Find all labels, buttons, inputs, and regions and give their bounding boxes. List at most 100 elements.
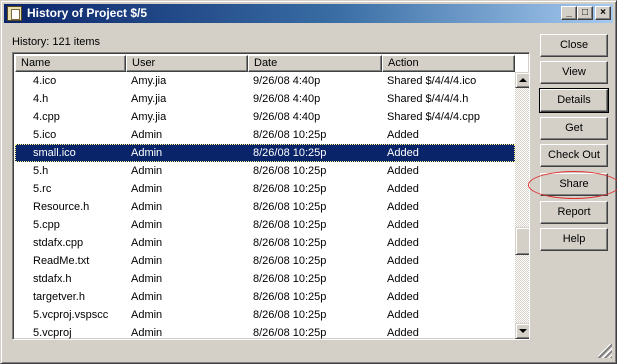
- cell-date: 8/26/08 10:25p: [253, 309, 327, 321]
- cell-date: 8/26/08 10:25p: [253, 237, 327, 249]
- cell-name: 5.ico: [33, 129, 57, 141]
- table-row[interactable]: 4.h Amy.jia 9/26/08 4:40p Shared $/4/4/4.h: [15, 90, 515, 108]
- table-row[interactable]: 5.vcproj.vspscc Admin 8/26/08 10:25p Added: [15, 306, 515, 324]
- table-row[interactable]: targetver.h Admin 8/26/08 10:25p Added: [15, 288, 515, 306]
- help-button[interactable]: Help: [540, 228, 608, 251]
- cell-action: Added: [387, 273, 419, 285]
- cell-date: 8/26/08 10:25p: [253, 165, 327, 177]
- column-header-name[interactable]: Name: [15, 55, 126, 72]
- cell-date: 8/26/08 10:25p: [253, 147, 327, 159]
- table-row[interactable]: 5.vcproj Admin 8/26/08 10:25p Added: [15, 324, 515, 339]
- cell-action: Added: [387, 327, 419, 339]
- resize-grip[interactable]: [598, 344, 612, 358]
- cell-name: 5.rc: [33, 183, 52, 195]
- cell-name: 5.h: [33, 165, 49, 177]
- cell-date: 8/26/08 10:25p: [253, 255, 327, 267]
- cell-name: 5.cpp: [33, 219, 60, 231]
- sourcesafe-app-icon: [7, 6, 22, 21]
- cell-action: Added: [387, 201, 419, 213]
- cell-action: Added: [387, 183, 419, 195]
- table-row[interactable]: 5.cpp Admin 8/26/08 10:25p Added: [15, 216, 515, 234]
- table-row[interactable]: 4.ico Amy.jia 9/26/08 4:40p Shared $/4/4/4.…: [15, 72, 515, 90]
- arrow-down-icon: [519, 329, 527, 333]
- cell-action: Added: [387, 237, 419, 249]
- cell-action: Shared $/4/4/4.h: [387, 93, 469, 105]
- table-row[interactable]: Resource.h Admin 8/26/08 10:25p Added: [15, 198, 515, 216]
- cell-name: small.ico: [33, 147, 76, 159]
- view-button[interactable]: View: [540, 61, 608, 84]
- table-row[interactable]: ReadMe.txt Admin 8/26/08 10:25p Added: [15, 252, 515, 270]
- cell-date: 8/26/08 10:25p: [253, 201, 327, 213]
- cell-date: 9/26/08 4:40p: [253, 93, 321, 105]
- cell-user: Admin: [131, 129, 163, 141]
- cell-action: Shared $/4/4/4.cpp: [387, 111, 480, 123]
- cell-date: 8/26/08 10:25p: [253, 327, 327, 339]
- table-row[interactable]: 5.h Admin 8/26/08 10:25p Added: [15, 162, 515, 180]
- vertical-scrollbar[interactable]: [515, 72, 529, 339]
- share-button[interactable]: Share: [540, 173, 608, 196]
- cell-user: Admin: [131, 165, 163, 177]
- cell-user: Admin: [131, 273, 163, 285]
- cell-action: Added: [387, 255, 419, 267]
- cell-date: 9/26/08 4:40p: [253, 75, 321, 87]
- cell-date: 8/26/08 10:25p: [253, 291, 327, 303]
- arrow-up-icon: [519, 78, 527, 82]
- close-button[interactable]: Close: [540, 34, 608, 57]
- cell-action: Added: [387, 129, 419, 141]
- cell-action: Added: [387, 147, 419, 159]
- cell-user: Admin: [131, 147, 163, 159]
- cell-name: 5.vcproj: [33, 327, 72, 339]
- title-bar[interactable]: History of Project $/5 _ □ ×: [4, 4, 613, 23]
- cell-name: ReadMe.txt: [33, 255, 90, 267]
- details-button[interactable]: Details: [539, 88, 609, 113]
- cell-user: Amy.jia: [131, 75, 167, 87]
- history-list[interactable]: Name User Date Action 4.ico Amy.jia 9/26/0…: [12, 52, 530, 340]
- table-row[interactable]: stdafx.h Admin 8/26/08 10:25p Added: [15, 270, 515, 288]
- cell-action: Shared $/4/4/4.ico: [387, 75, 477, 87]
- cell-name: stdafx.cpp: [33, 237, 84, 249]
- column-header-date[interactable]: Date: [248, 55, 382, 72]
- cell-user: Admin: [131, 219, 163, 231]
- column-header-user[interactable]: User: [126, 55, 248, 72]
- table-row[interactable]: 5.ico Admin 8/26/08 10:25p Added: [15, 126, 515, 144]
- cell-action: Added: [387, 165, 419, 177]
- cell-name: 4.h: [33, 93, 49, 105]
- cell-name: 4.cpp: [33, 111, 60, 123]
- cell-name: stdafx.h: [33, 273, 72, 285]
- cell-date: 8/26/08 10:25p: [253, 129, 327, 141]
- maximize-button[interactable]: □: [577, 6, 593, 20]
- cell-action: Added: [387, 219, 419, 231]
- table-row[interactable]: 5.rc Admin 8/26/08 10:25p Added: [15, 180, 515, 198]
- cell-action: Added: [387, 291, 419, 303]
- table-row[interactable]: small.ico Admin 8/26/08 10:25p Added: [15, 144, 515, 162]
- list-rows: 4.ico Amy.jia 9/26/08 4:40p Shared $/4/4/4.…: [15, 72, 515, 339]
- cell-name: 4.ico: [33, 75, 57, 87]
- cell-action: Added: [387, 309, 419, 321]
- cell-name: 5.vcproj.vspscc: [33, 309, 109, 321]
- cell-user: Admin: [131, 327, 163, 339]
- cell-user: Amy.jia: [131, 93, 167, 105]
- cell-user: Admin: [131, 183, 163, 195]
- close-window-button[interactable]: ×: [595, 6, 611, 20]
- history-dialog: History of Project $/5 _ □ × History: 12…: [0, 0, 617, 364]
- cell-user: Admin: [131, 309, 163, 321]
- table-row[interactable]: 4.cpp Amy.jia 9/26/08 4:40p Shared $/4/4/4.…: [15, 108, 515, 126]
- cell-user: Admin: [131, 255, 163, 267]
- cell-date: 9/26/08 4:40p: [253, 111, 321, 123]
- column-header-action[interactable]: Action: [382, 55, 515, 72]
- table-row[interactable]: stdafx.cpp Admin 8/26/08 10:25p Added: [15, 234, 515, 252]
- minimize-button[interactable]: _: [561, 6, 577, 20]
- check-out-button[interactable]: Check Out: [540, 144, 608, 167]
- report-button[interactable]: Report: [540, 201, 608, 224]
- cell-user: Admin: [131, 291, 163, 303]
- cell-user: Amy.jia: [131, 111, 167, 123]
- scroll-down-button[interactable]: [515, 323, 529, 339]
- cell-date: 8/26/08 10:25p: [253, 183, 327, 195]
- get-button[interactable]: Get: [540, 117, 608, 140]
- list-header: Name User Date Action: [15, 55, 515, 72]
- cell-name: targetver.h: [33, 291, 85, 303]
- window-title: History of Project $/5: [27, 6, 148, 20]
- cell-user: Admin: [131, 237, 163, 249]
- scroll-up-button[interactable]: [515, 72, 529, 88]
- scroll-thumb[interactable]: [515, 227, 529, 255]
